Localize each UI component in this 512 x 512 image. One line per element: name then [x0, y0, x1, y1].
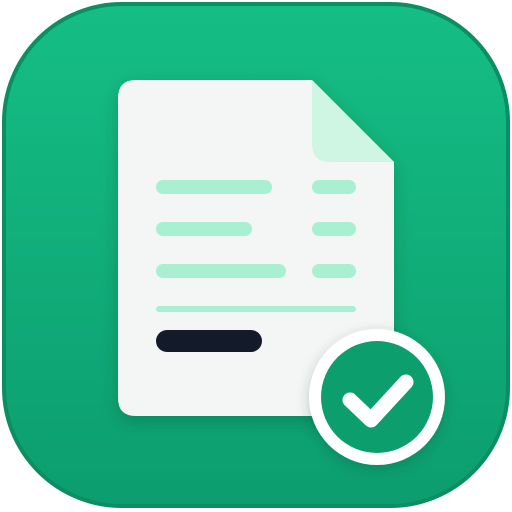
- app-icon-canvas: [0, 0, 512, 512]
- line-item-label-3: [156, 264, 286, 278]
- approved-badge: [309, 329, 445, 465]
- total-bar: [156, 330, 262, 352]
- divider-line: [156, 306, 356, 312]
- invoice-approved-icon: [2, 2, 510, 508]
- line-item-amount-1: [312, 180, 356, 194]
- line-item-amount-3: [312, 264, 356, 278]
- badge-circle: [321, 341, 433, 453]
- line-item-label-2: [156, 222, 252, 236]
- line-item-amount-2: [312, 222, 356, 236]
- line-item-label-1: [156, 180, 272, 194]
